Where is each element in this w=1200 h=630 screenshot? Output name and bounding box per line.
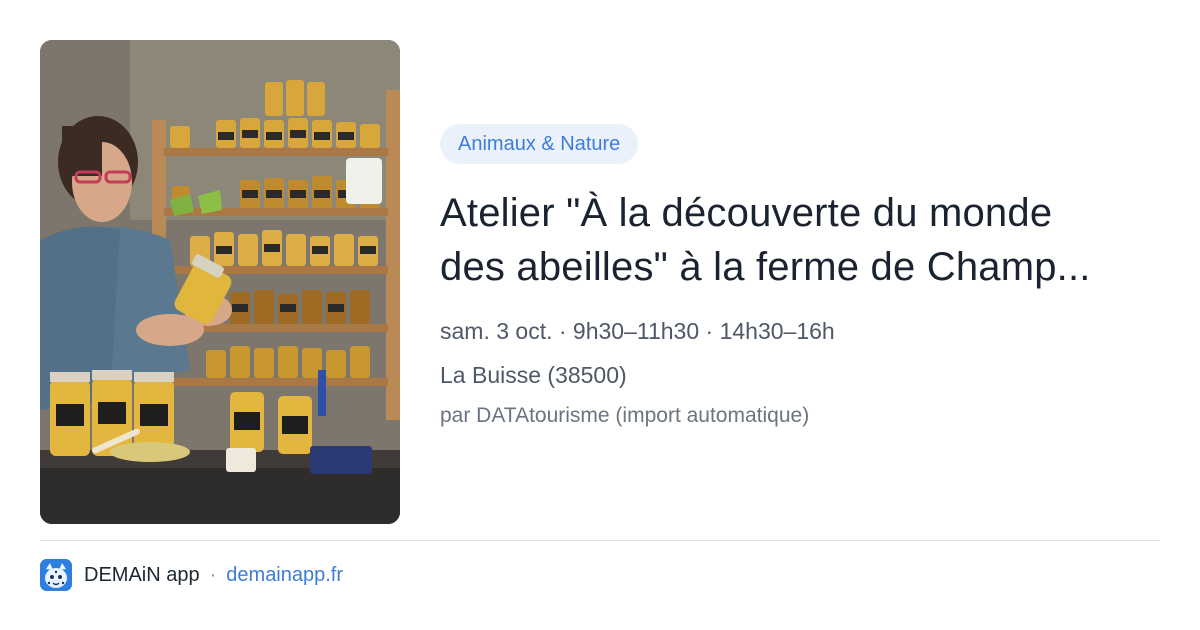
event-details: Animaux & Nature Atelier "À la découvert… (440, 124, 1160, 430)
event-schedule: sam. 3 oct. · 9h30–11h30 · 14h30–16h (440, 318, 835, 344)
event-photo[interactable] (40, 40, 400, 524)
app-name: DEMAiN app (84, 563, 200, 586)
event-title[interactable]: Atelier "À la découverte du monde des ab… (440, 186, 1160, 294)
app-website-link[interactable]: demainapp.fr (226, 564, 343, 587)
event-source: par DATAtourisme (import automatique) (440, 404, 810, 427)
category-badge[interactable]: Animaux & Nature (440, 124, 639, 164)
event-photo-illustration (40, 40, 400, 524)
event-title-line-1: Atelier "À la découverte du monde (440, 191, 1053, 235)
demain-app-icon[interactable] (40, 559, 72, 591)
footer: DEMAiN app · demainapp.fr (40, 558, 343, 592)
footer-separator: · (209, 563, 217, 586)
event-title-line-2: des abeilles" à la ferme de Champ... (440, 245, 1091, 289)
event-location: La Buisse (38500) (440, 362, 627, 388)
leopard-icon (40, 559, 72, 591)
footer-divider (40, 540, 1160, 541)
